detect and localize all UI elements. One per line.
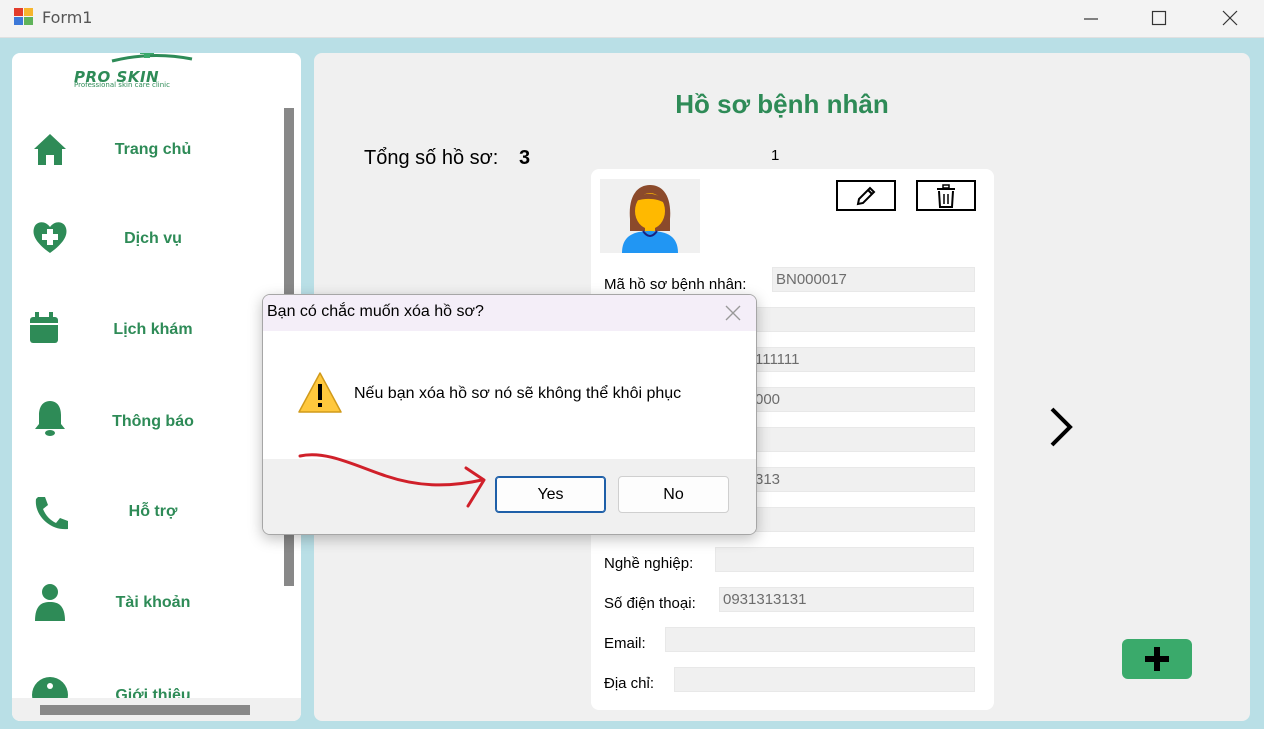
sidebar-horizontal-scrollbar[interactable] — [40, 705, 250, 715]
sidebar-item-account[interactable]: Tài khoản — [12, 577, 282, 637]
record-field-5[interactable] — [747, 427, 975, 452]
patient-avatar — [600, 179, 700, 253]
minimize-icon — [1084, 18, 1098, 20]
maximize-button[interactable] — [1136, 4, 1182, 32]
logo-subtext: Professional skin care clinic — [74, 81, 170, 89]
record-field-6[interactable]: 313 — [747, 467, 975, 492]
logo-cross-icon — [111, 53, 193, 63]
close-button[interactable] — [1207, 4, 1253, 32]
phone-icon — [35, 497, 68, 530]
dialog-close-button[interactable] — [719, 301, 747, 325]
plus-icon — [1145, 647, 1169, 671]
record-field-3[interactable]: 111111 — [747, 347, 975, 372]
page-number: 1 — [771, 147, 780, 164]
patient-id-label: Mã hồ sơ bệnh nhân: — [604, 276, 747, 293]
sidebar: PRO SKIN Professional skin care clinic T… — [12, 53, 301, 721]
occupation-field[interactable] — [715, 547, 974, 572]
bell-icon — [35, 401, 65, 436]
chevron-right-icon — [1050, 407, 1073, 447]
dialog-footer: Yes No — [263, 459, 756, 534]
phone-label: Số điện thoại: — [604, 595, 696, 612]
sidebar-item-home[interactable]: Trang chủ — [12, 123, 282, 183]
window-title: Form1 — [42, 8, 93, 27]
dialog-body: Nếu bạn xóa hồ sơ nó sẽ không thể khôi p… — [263, 331, 756, 459]
address-label: Địa chỉ: — [604, 675, 655, 692]
total-records-label: Tổng số hồ sơ: — [364, 147, 499, 169]
pencil-icon — [856, 186, 876, 205]
confirm-delete-dialog: Bạn có chắc muốn xóa hồ sơ? Nếu bạn xóa … — [262, 294, 757, 535]
phone-field[interactable]: 0931313131 — [719, 587, 974, 612]
user-icon — [35, 584, 65, 621]
trash-icon — [937, 183, 955, 208]
home-icon — [34, 134, 66, 165]
yes-button[interactable]: Yes — [495, 476, 606, 513]
close-icon — [725, 305, 741, 321]
edit-button[interactable] — [836, 180, 896, 211]
sidebar-item-label: Hỗ trợ — [128, 503, 178, 520]
calendar-icon — [30, 312, 58, 343]
close-icon — [1222, 10, 1238, 26]
sidebar-item-label: Tài khoản — [115, 594, 191, 611]
record-field-7[interactable] — [747, 507, 975, 532]
female-avatar-icon — [622, 185, 678, 253]
minimize-button[interactable] — [1068, 4, 1114, 32]
occupation-label: Nghề nghiệp: — [604, 555, 694, 572]
add-record-button[interactable] — [1122, 639, 1192, 679]
sidebar-item-label: Trang chủ — [114, 141, 192, 158]
address-field[interactable] — [674, 667, 975, 692]
dialog-message: Nếu bạn xóa hồ sơ nó sẽ không thể khôi p… — [354, 385, 682, 402]
warning-icon — [298, 372, 342, 413]
dialog-titlebar: Bạn có chắc muốn xóa hồ sơ? — [263, 295, 756, 331]
total-records-count: 3 — [519, 147, 531, 169]
app-icon — [14, 8, 34, 26]
sidebar-item-services[interactable]: Dịch vụ — [12, 213, 282, 273]
maximize-icon — [1151, 10, 1167, 26]
window-titlebar: Form1 — [0, 0, 1264, 38]
heart-plus-icon — [33, 222, 67, 253]
next-record-button[interactable] — [1046, 405, 1076, 449]
sidebar-item-support[interactable]: Hỗ trợ — [12, 489, 282, 549]
record-field-2[interactable] — [747, 307, 975, 332]
email-field[interactable] — [665, 627, 975, 652]
sidebar-item-label: Dịch vụ — [124, 230, 182, 247]
sidebar-item-appointments[interactable]: Lịch khám — [12, 305, 282, 365]
no-button[interactable]: No — [618, 476, 729, 513]
email-label: Email: — [604, 635, 646, 652]
dialog-title: Bạn có chắc muốn xóa hồ sơ? — [267, 303, 484, 320]
sidebar-item-notifications[interactable]: Thông báo — [12, 397, 282, 457]
page-title: Hồ sơ bệnh nhân — [675, 89, 889, 119]
patient-id-field[interactable]: BN000017 — [772, 267, 975, 292]
sidebar-item-label: Thông báo — [112, 413, 194, 430]
sidebar-item-label: Lịch khám — [113, 321, 193, 338]
delete-button[interactable] — [916, 180, 976, 211]
record-field-4[interactable]: 000 — [747, 387, 975, 412]
